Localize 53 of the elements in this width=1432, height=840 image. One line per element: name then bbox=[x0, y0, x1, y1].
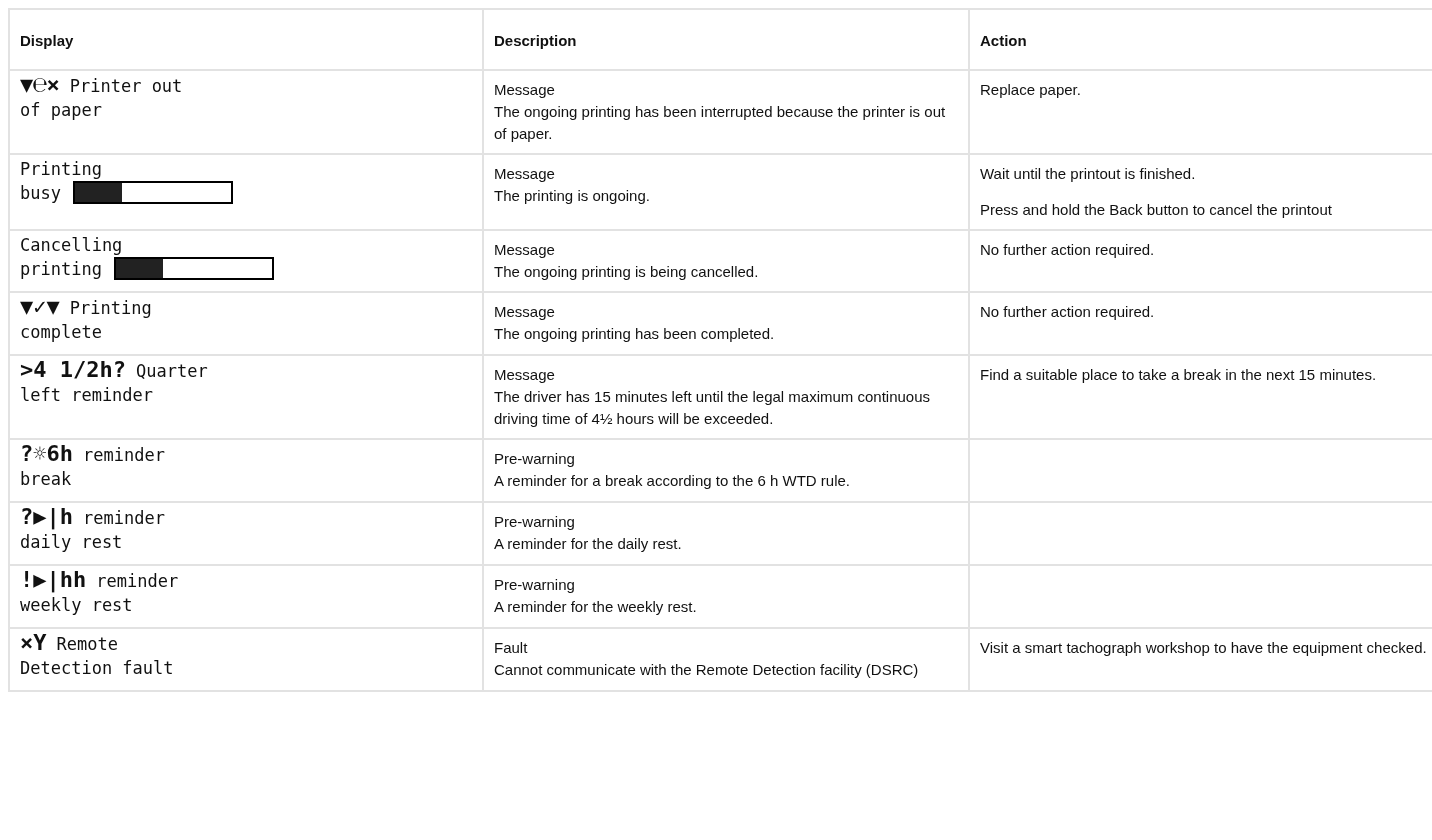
display-text: Printing bbox=[20, 157, 102, 181]
message-type: Pre-warning bbox=[494, 574, 576, 595]
action-text: Wait until the printout is finished. bbox=[980, 163, 1197, 184]
display-text: printing bbox=[20, 257, 102, 281]
display-text: Remote bbox=[56, 632, 118, 656]
message-type: Message bbox=[494, 163, 556, 184]
display-text: Printing bbox=[69, 296, 152, 320]
display-text: reminder bbox=[96, 569, 179, 593]
message-type: Message bbox=[494, 301, 556, 322]
display-symbols: ▼✓▼ bbox=[20, 294, 60, 319]
display-text: left reminder bbox=[20, 383, 154, 407]
description-text: A reminder for the daily rest. bbox=[494, 533, 683, 554]
display-symbols: ?☼6h bbox=[20, 441, 73, 466]
description-text: Cannot communicate with the Remote Detection facility (DSRC) bbox=[494, 659, 920, 680]
display-text: reminder bbox=[83, 443, 165, 467]
display-symbols: !▶|hh bbox=[20, 567, 87, 592]
display-symbols: ×Y bbox=[20, 630, 47, 655]
display-text: break bbox=[20, 467, 72, 491]
display-text: Detection fault bbox=[20, 656, 174, 680]
display-text: Cancelling bbox=[20, 233, 123, 257]
message-type: Fault bbox=[494, 637, 529, 658]
action-text: Visit a smart tachograph workshop to have the equipment checked. bbox=[980, 637, 1428, 658]
column-header: Description bbox=[483, 9, 969, 70]
display-symbols: >4 1/2h? bbox=[20, 357, 126, 382]
description-text: The ongoing printing has been completed. bbox=[494, 323, 776, 344]
message-type: Pre-warning bbox=[494, 511, 576, 532]
display-text: complete bbox=[20, 320, 102, 344]
column-header: Action bbox=[969, 9, 1432, 70]
action-text: No further action required. bbox=[980, 239, 1156, 260]
message-type: Message bbox=[494, 79, 556, 100]
display-text: Quarter bbox=[135, 359, 208, 383]
message-type: Message bbox=[494, 239, 556, 260]
description-text: The ongoing printing is being cancelled. bbox=[494, 261, 760, 282]
action-text: Press and hold the Back button to cancel the printout bbox=[980, 199, 1333, 220]
column-header: Display bbox=[9, 9, 483, 70]
description-text: The printing is ongoing. bbox=[494, 185, 651, 206]
message-type: Message bbox=[494, 364, 556, 385]
display-text: daily rest bbox=[20, 530, 123, 554]
description-text: A reminder for a break according to the 6 h WTD rule. bbox=[494, 470, 851, 491]
description-text: The ongoing printing has been interrupted because the printer is out of paper. bbox=[494, 101, 947, 144]
description-text: A reminder for the weekly rest. bbox=[494, 596, 698, 617]
display-symbols: ?▶|h bbox=[20, 504, 73, 529]
display-text: of paper bbox=[20, 98, 102, 122]
action-text: Find a suitable place to take a break in the next 15 minutes. bbox=[980, 364, 1378, 385]
display-symbols: ▼℮× bbox=[20, 72, 60, 97]
display-text: weekly rest bbox=[20, 593, 133, 617]
display-text: Printer out bbox=[69, 74, 183, 98]
description-text: The driver has 15 minutes left until the legal maximum continuous driving time of 4½ hours will be exceeded. bbox=[494, 386, 932, 429]
display-text: reminder bbox=[83, 506, 165, 530]
display-text: busy bbox=[20, 181, 61, 205]
action-text: No further action required. bbox=[980, 301, 1156, 322]
message-type: Pre-warning bbox=[494, 448, 576, 469]
action-text: Replace paper. bbox=[980, 79, 1082, 100]
